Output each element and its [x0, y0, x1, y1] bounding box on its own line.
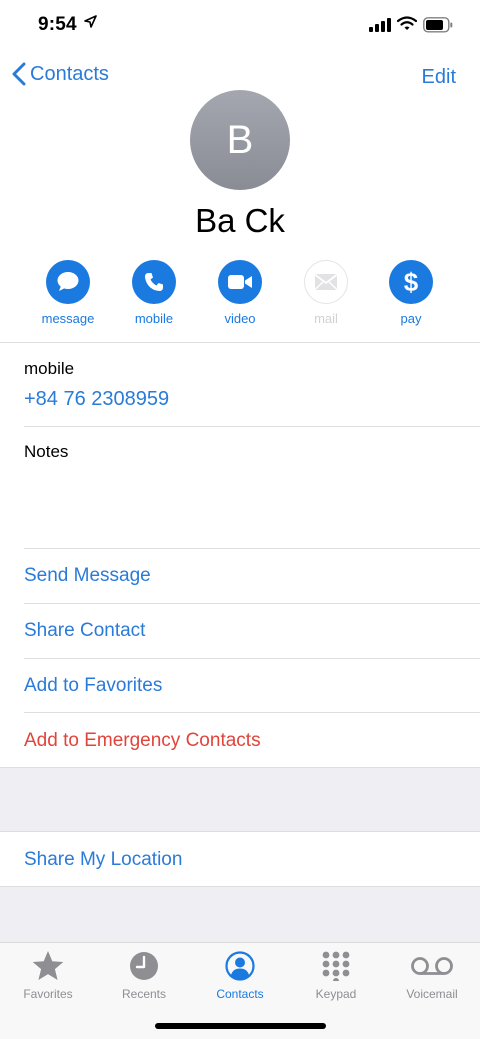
chevron-left-icon	[12, 62, 26, 86]
voicemail-icon	[384, 949, 480, 983]
avatar: B	[190, 90, 290, 190]
pay-action-button[interactable]: $ pay	[371, 260, 451, 326]
wifi-icon	[396, 16, 418, 36]
send-message-link[interactable]: Send Message	[24, 565, 151, 587]
contact-name: Ba Ck	[195, 202, 285, 239]
mobile-action-button[interactable]: mobile	[114, 260, 194, 326]
divider	[24, 712, 480, 713]
back-button[interactable]: Contacts	[12, 62, 109, 86]
divider	[0, 342, 480, 343]
location-arrow-icon	[84, 15, 97, 33]
keypad-icon	[288, 949, 384, 983]
status-bar: 9:54	[0, 0, 480, 52]
quick-actions: message mobile video mail $ pay	[0, 260, 480, 330]
message-icon	[46, 260, 90, 304]
divider	[24, 603, 480, 604]
tab-label: Favorites	[23, 987, 73, 1001]
tab-recents[interactable]: Recents	[96, 949, 192, 1001]
pay-action-label: pay	[400, 311, 422, 326]
mail-action-button: mail	[286, 260, 366, 326]
video-icon	[218, 260, 262, 304]
tab-label: Contacts	[216, 987, 264, 1001]
status-time: 9:54	[38, 14, 77, 35]
video-action-label: video	[224, 311, 256, 326]
notes-label: Notes	[24, 442, 69, 461]
add-emergency-contact-link[interactable]: Add to Emergency Contacts	[24, 730, 261, 752]
message-action-label: message	[41, 311, 95, 326]
add-to-favorites-link[interactable]: Add to Favorites	[24, 675, 162, 697]
divider	[0, 831, 480, 832]
share-my-location-link[interactable]: Share My Location	[24, 849, 182, 871]
section-spacer	[0, 886, 480, 942]
contact-detail-screen: 9:54 Contacts Edit B Ba Ck message mobil…	[0, 0, 480, 1039]
divider	[0, 767, 480, 768]
tab-voicemail[interactable]: Voicemail	[384, 949, 480, 1001]
tab-favorites[interactable]: Favorites	[0, 949, 96, 1001]
mobile-action-label: mobile	[134, 311, 174, 326]
divider	[24, 548, 480, 549]
tab-label: Voicemail	[406, 987, 458, 1001]
person-circle-icon	[192, 949, 288, 983]
tab-label: Recents	[121, 987, 167, 1001]
message-action-button[interactable]: message	[28, 260, 108, 326]
divider	[24, 426, 480, 427]
share-contact-link[interactable]: Share Contact	[24, 620, 145, 642]
mail-icon	[304, 260, 348, 304]
phone-icon	[132, 260, 176, 304]
back-label: Contacts	[30, 62, 109, 85]
mail-action-label: mail	[314, 311, 338, 326]
phone-field-label: mobile	[24, 359, 75, 378]
phone-number[interactable]: +84 76 2308959	[24, 388, 169, 411]
avatar-initial: B	[226, 117, 254, 162]
tab-keypad[interactable]: Keypad	[288, 949, 384, 1001]
divider	[24, 658, 480, 659]
star-icon	[0, 949, 96, 983]
clock-icon	[96, 949, 192, 983]
tab-label: Keypad	[315, 987, 357, 1001]
divider	[0, 886, 480, 887]
section-spacer	[0, 767, 480, 832]
edit-button[interactable]: Edit	[422, 66, 456, 89]
video-action-button[interactable]: video	[200, 260, 280, 326]
home-indicator	[155, 1023, 326, 1029]
dollar-icon: $	[389, 260, 433, 304]
battery-icon	[423, 17, 453, 38]
tab-contacts[interactable]: Contacts	[192, 949, 288, 1001]
cellular-signal-icon	[369, 18, 391, 37]
